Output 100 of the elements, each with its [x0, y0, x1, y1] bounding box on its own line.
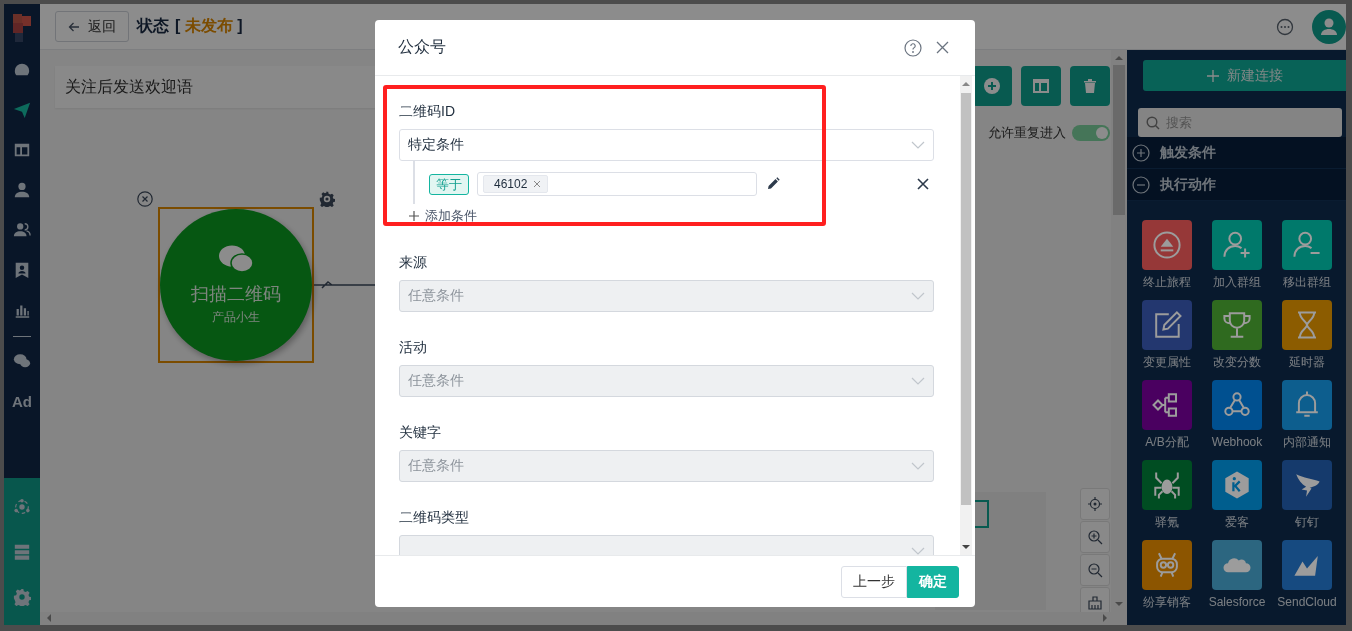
field-label: 活动 — [399, 338, 428, 357]
node-title: 扫描二维码 — [191, 283, 281, 306]
locate-button[interactable] — [1080, 488, 1110, 520]
action-label: 延时器 — [1289, 355, 1325, 370]
select-field[interactable]: 特定条件 — [399, 129, 934, 161]
delete-icon — [1081, 77, 1099, 95]
id-badge-icon[interactable] — [13, 261, 31, 279]
action-label: 变更属性 — [1143, 355, 1191, 370]
field-label: 二维码类型 — [399, 508, 470, 527]
action-tile[interactable] — [1212, 300, 1262, 350]
dialog-title: 公众号 — [398, 37, 446, 57]
chevron-down-icon — [911, 462, 925, 470]
action-label: 内部通知 — [1283, 435, 1331, 450]
plus-icon — [409, 211, 419, 221]
scrollbar[interactable] — [960, 76, 972, 555]
zoom-in-button[interactable] — [1080, 521, 1110, 553]
action-tile[interactable] — [1142, 540, 1192, 590]
action-label: 终止旅程 — [1143, 275, 1191, 290]
avatar-icon[interactable] — [1312, 9, 1346, 44]
action-label: A/B分配 — [1145, 435, 1189, 450]
back-button[interactable]: 返回 — [55, 11, 129, 42]
network-icon[interactable] — [13, 497, 31, 516]
connector-line — [314, 279, 375, 291]
action-label: 改变分数 — [1213, 355, 1261, 370]
layout-button[interactable] — [1021, 66, 1061, 106]
page-title: 状态 — [137, 16, 169, 36]
action-tile[interactable] — [1212, 460, 1262, 510]
add-button[interactable] — [972, 66, 1012, 106]
plus-circle-icon — [1132, 143, 1150, 162]
help-icon[interactable] — [904, 38, 922, 57]
operator-tag[interactable]: 等于 — [429, 173, 469, 195]
zoom-out-icon — [1087, 562, 1103, 578]
arrow-left-icon — [68, 20, 80, 33]
trigger-node[interactable]: 扫描二维码 产品小生 — [158, 207, 314, 363]
action-label: 爱客 — [1225, 515, 1249, 530]
plus-icon — [1206, 69, 1219, 82]
new-connection-button[interactable]: 新建连接 — [1143, 60, 1346, 91]
toggle-switch[interactable] — [1072, 125, 1110, 141]
brush-button[interactable] — [1080, 587, 1110, 612]
edit-icon[interactable] — [766, 177, 780, 191]
action-tile[interactable] — [1282, 460, 1332, 510]
action-label: 加入群组 — [1213, 275, 1261, 290]
chevron-down-icon — [911, 292, 925, 300]
action-label: 驿氪 — [1155, 515, 1179, 530]
brush-icon — [1087, 595, 1103, 611]
field-label: 来源 — [399, 253, 428, 272]
action-tile[interactable] — [1282, 300, 1332, 350]
scrollbar[interactable] — [40, 612, 1127, 625]
chat-icon[interactable] — [1276, 17, 1294, 36]
section-header[interactable]: 执行动作 — [1127, 169, 1346, 201]
settings-icon[interactable] — [13, 587, 31, 606]
server-icon[interactable] — [13, 542, 31, 561]
paper-plane-icon[interactable] — [13, 101, 31, 119]
locate-icon — [1087, 496, 1103, 512]
section-header[interactable]: 触发条件 — [1127, 137, 1346, 169]
wechat-icon — [218, 244, 254, 274]
close-icon[interactable] — [917, 178, 929, 190]
zoom-out-button[interactable] — [1080, 554, 1110, 586]
tag-chip[interactable]: 46102 — [483, 175, 549, 193]
action-tile[interactable] — [1142, 380, 1192, 430]
delete-button[interactable] — [1070, 66, 1110, 106]
action-label: Salesforce — [1208, 595, 1266, 610]
layout-icon[interactable] — [13, 141, 31, 159]
zoom-in-icon — [1087, 529, 1103, 545]
settings-icon[interactable] — [319, 191, 335, 207]
action-tile[interactable] — [1142, 300, 1192, 350]
remove-icon — [533, 180, 542, 188]
chevron-down-icon — [911, 377, 925, 385]
close-circle-icon[interactable] — [137, 191, 153, 207]
chat-bubbles-icon[interactable] — [13, 352, 31, 370]
action-tile[interactable] — [1212, 540, 1262, 590]
action-tile[interactable] — [1282, 220, 1332, 270]
tag-input[interactable]: 46102 — [477, 172, 757, 196]
action-tile[interactable] — [1282, 380, 1332, 430]
status-label: [ 未发布 ] — [175, 16, 243, 36]
action-label: Webhook — [1211, 435, 1263, 450]
minus-circle-icon — [1132, 175, 1150, 194]
action-tile[interactable] — [1142, 220, 1192, 270]
action-tile[interactable] — [1282, 540, 1332, 590]
action-label: SendCloud — [1277, 595, 1337, 610]
action-label: 纷享销客 — [1143, 595, 1191, 610]
field-label: 关键字 — [399, 423, 442, 442]
node-subtitle: 产品小生 — [212, 309, 260, 326]
user-icon[interactable] — [13, 181, 31, 199]
chevron-down-icon — [911, 547, 925, 555]
action-tile[interactable] — [1142, 460, 1192, 510]
confirm-button[interactable]: 确定 — [907, 565, 959, 598]
back-step-button[interactable]: 上一步 — [841, 565, 907, 598]
action-tile[interactable] — [1212, 380, 1262, 430]
scrollbar[interactable] — [1111, 50, 1127, 612]
users-icon[interactable] — [13, 221, 31, 239]
toggle-label: 允许重复进入 — [988, 124, 1066, 142]
action-label: 移出群组 — [1283, 275, 1331, 290]
chevron-down-icon — [911, 141, 925, 149]
nav-link[interactable]: Ad — [12, 392, 32, 410]
add-icon — [983, 77, 1001, 95]
action-tile[interactable] — [1212, 220, 1262, 270]
action-label: 钉钉 — [1295, 515, 1319, 530]
layout-icon — [1032, 77, 1050, 95]
logo-icon — [11, 14, 33, 44]
